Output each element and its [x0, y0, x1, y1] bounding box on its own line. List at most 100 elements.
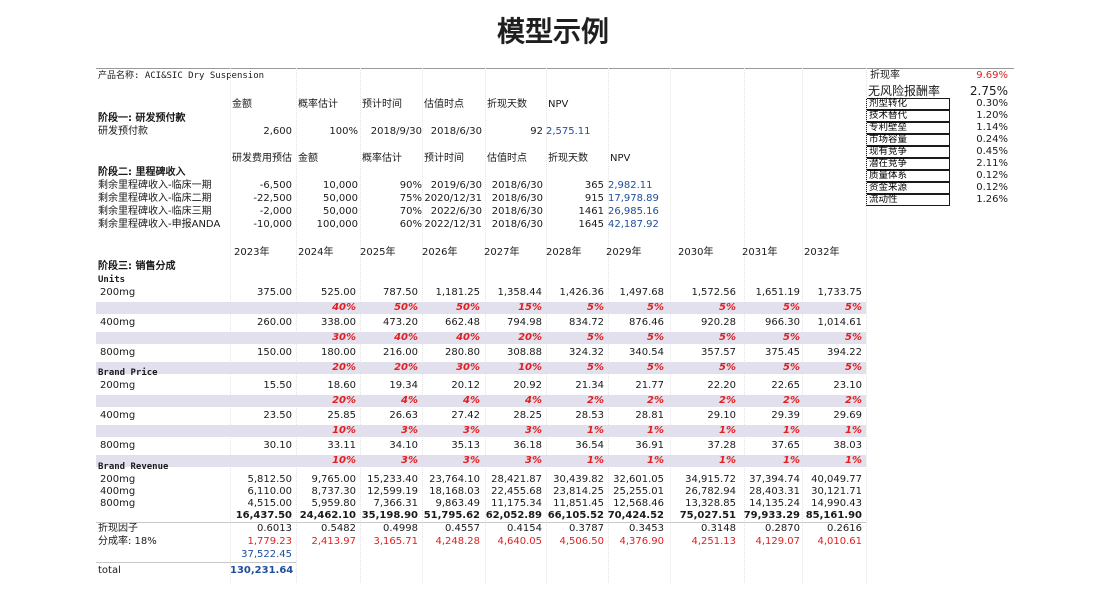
- units-growth: 5%: [587, 332, 604, 343]
- share-value: 1,779.23: [247, 536, 292, 547]
- stage2-row-label: 剩余里程碑收入-申报ANDA: [98, 219, 221, 230]
- stage3-title: 阶段三: 销售分成: [98, 261, 176, 272]
- revenue-value: 12,599.19: [367, 486, 418, 497]
- units-value: 260.00: [257, 317, 292, 328]
- units-growth: 5%: [647, 362, 664, 373]
- price-value: 22.20: [707, 380, 736, 391]
- units-growth: 5%: [783, 302, 800, 313]
- units-growth: 5%: [783, 362, 800, 373]
- year-header: 2027年: [484, 247, 520, 258]
- units-value: 966.30: [765, 317, 800, 328]
- price-value: 28.53: [575, 410, 604, 421]
- units-growth: 5%: [783, 332, 800, 343]
- units-growth: 5%: [587, 362, 604, 373]
- page-title: 模型示例: [496, 15, 609, 48]
- price-growth: 4%: [525, 395, 542, 406]
- year-header: 2024年: [298, 247, 334, 258]
- stage2-prob: 90%: [399, 180, 422, 191]
- stage2-row-label: 剩余里程碑收入-临床三期: [98, 206, 212, 217]
- revenue-value: 7,366.31: [373, 498, 418, 509]
- revenue-total: 16,437.50: [235, 510, 292, 521]
- revenue-total: 35,198.90: [361, 510, 418, 521]
- stage2-row-label: 剩余里程碑收入-临床二期: [98, 193, 212, 204]
- stage2-time: 2020/12/31: [424, 193, 482, 204]
- stage1-header: 折现天数: [487, 99, 527, 110]
- units-row-label: 200mg: [100, 287, 136, 298]
- year-header: 2028年: [546, 247, 582, 258]
- grid-line: [866, 68, 867, 583]
- stage2-header: 概率估计: [362, 153, 402, 164]
- discount-factor-value: 0.3787: [569, 523, 604, 534]
- price-value: 36.54: [575, 440, 604, 451]
- discount-rate-value: 9.69%: [976, 70, 1008, 81]
- year-header: 2025年: [360, 247, 396, 258]
- share-value: 4,010.61: [817, 536, 862, 547]
- units-growth: 20%: [332, 362, 356, 373]
- price-value: 21.77: [635, 380, 664, 391]
- price-growth: 4%: [463, 395, 480, 406]
- risk-item-label: 技术替代: [869, 110, 908, 121]
- stage2-prob: 60%: [399, 219, 422, 230]
- risk-item-label: 质量体系: [869, 170, 908, 181]
- units-growth: 5%: [647, 302, 664, 313]
- price-value: 27.42: [451, 410, 480, 421]
- stage2-days: 1645: [578, 219, 604, 230]
- price-value: 20.92: [513, 380, 542, 391]
- price-growth: 4%: [401, 395, 418, 406]
- units-growth: 20%: [394, 362, 418, 373]
- stage2-cost: -10,000: [253, 219, 292, 230]
- price-value: 28.81: [635, 410, 664, 421]
- stage2-amount: 50,000: [323, 193, 358, 204]
- revenue-value: 14,990.43: [811, 498, 862, 509]
- units-growth: 5%: [845, 362, 862, 373]
- stage1-time: 2018/9/30: [370, 126, 422, 137]
- revenue-value: 22,455.68: [491, 486, 542, 497]
- spreadsheet: 产品名称: ACI&SIC Dry Suspension 折现率 9.69% 无…: [96, 68, 1014, 583]
- units-growth: 50%: [394, 302, 418, 313]
- price-growth: 2%: [783, 395, 800, 406]
- stage2-header: 研发费用预估: [232, 153, 292, 164]
- price-growth: 1%: [587, 425, 604, 436]
- revenue-value: 18,168.03: [429, 486, 480, 497]
- revenue-total: 66,105.52: [547, 510, 604, 521]
- units-value: 375.45: [765, 347, 800, 358]
- stage1-row-label: 研发预付款: [98, 126, 148, 137]
- stage2-cost: -2,000: [259, 206, 292, 217]
- price-value: 30.10: [263, 440, 292, 451]
- price-growth: 1%: [845, 455, 862, 466]
- risk-item-value: 1.26%: [976, 194, 1008, 205]
- revenue-value: 15,233.40: [367, 474, 418, 485]
- price-growth: 1%: [783, 455, 800, 466]
- units-value: 1,572.56: [691, 287, 736, 298]
- stage2-header: 估值时点: [487, 153, 527, 164]
- units-value: 340.54: [629, 347, 664, 358]
- stage2-header: 折现天数: [548, 153, 588, 164]
- risk-item-value: 2.11%: [976, 158, 1008, 169]
- revenue-value: 28,403.31: [749, 486, 800, 497]
- stage2-days: 1461: [578, 206, 604, 217]
- risk-item: 技术替代: [866, 110, 950, 122]
- price-value: 36.91: [635, 440, 664, 451]
- units-growth: 5%: [845, 332, 862, 343]
- sheet-top-border: [96, 68, 1014, 69]
- stage2-valuation-date: 2018/6/30: [491, 206, 543, 217]
- price-value: 18.60: [327, 380, 356, 391]
- stage2-time: 2019/6/30: [430, 180, 482, 191]
- units-title: Units: [98, 275, 126, 285]
- revenue-total: 24,462.10: [299, 510, 356, 521]
- revenue-row-label: 200mg: [100, 474, 136, 485]
- price-value: 28.25: [513, 410, 542, 421]
- units-value: 150.00: [257, 347, 292, 358]
- price-value: 34.10: [389, 440, 418, 451]
- risk-item-value: 0.45%: [976, 146, 1008, 157]
- units-value: 1,497.68: [619, 287, 664, 298]
- discount-factor-value: 0.2616: [827, 523, 862, 534]
- risk-item: 资金来源: [866, 182, 950, 194]
- price-growth: 1%: [845, 425, 862, 436]
- revenue-total: 75,027.51: [679, 510, 736, 521]
- risk-item: 专利壁垒: [866, 122, 950, 134]
- revenue-title: Brand Revenue: [98, 462, 169, 472]
- stage2-amount: 100,000: [316, 219, 358, 230]
- units-value: 1,014.61: [817, 317, 862, 328]
- risk-item: 剂型转化: [866, 98, 950, 110]
